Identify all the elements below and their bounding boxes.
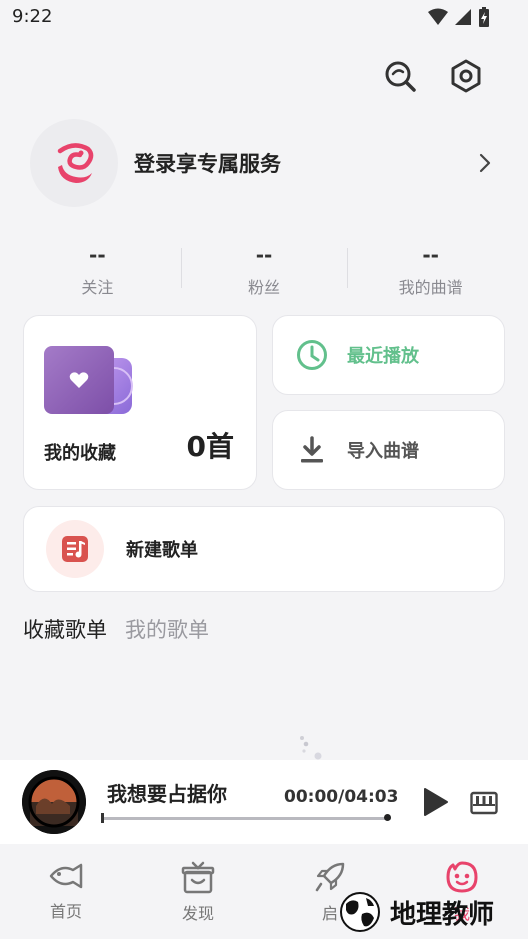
stat-my-scores-label: 我的曲谱 [398, 278, 463, 297]
settings-button[interactable] [448, 58, 484, 94]
download-icon [301, 436, 323, 463]
favorites-card[interactable]: 我的收藏 0首 [23, 315, 257, 490]
progress-track [101, 817, 391, 820]
stat-following-value: -- [89, 243, 106, 267]
globe-logo-icon [340, 892, 380, 932]
nav-home[interactable]: 首页 [0, 844, 132, 939]
recent-play-card[interactable]: 最近播放 [272, 315, 505, 395]
stat-my-scores[interactable]: -- 我的曲谱 [347, 242, 514, 298]
avatar[interactable] [30, 119, 118, 207]
tab-collected-playlists[interactable]: 收藏歌单 [23, 614, 107, 644]
battery-icon [479, 7, 489, 27]
gift-box-icon [181, 861, 215, 894]
stat-fans[interactable]: -- 粉丝 [180, 242, 348, 298]
rocket-icon [315, 862, 345, 892]
song-time: 00:00/04:03 [284, 787, 399, 807]
search-button[interactable] [382, 58, 418, 94]
watermark-text: 地理教师 [390, 899, 495, 930]
loading-spinner-icon [300, 736, 322, 760]
import-score-card[interactable]: 导入曲谱 [272, 410, 505, 490]
status-time: 9:22 [12, 6, 53, 27]
play-icon[interactable] [420, 786, 450, 818]
favorites-label: 我的收藏 [44, 443, 116, 464]
clock-icon [297, 340, 327, 370]
login-profile-row[interactable]: 登录享专属服务 [30, 118, 498, 208]
watermark: 地理教师 [336, 890, 494, 934]
playlist-note-icon [62, 536, 88, 562]
stats-row: -- 关注 -- 粉丝 -- 我的曲谱 [14, 242, 514, 298]
new-playlist-label: 新建歌单 [126, 540, 198, 561]
album-artwork [22, 770, 86, 834]
search-icon [385, 61, 416, 92]
chevron-right-icon [479, 153, 491, 173]
nav-home-label: 首页 [49, 902, 82, 921]
stat-fans-value: -- [255, 243, 273, 267]
stat-following-label: 关注 [81, 278, 114, 297]
stat-following[interactable]: -- 关注 [14, 242, 181, 298]
new-playlist-card[interactable]: 新建歌单 [23, 506, 505, 592]
progress-start-marker [101, 813, 104, 823]
fish-icon [49, 863, 83, 889]
wifi-icon [428, 8, 448, 25]
mini-player[interactable]: 我想要占据你 00:00/04:03 [0, 760, 528, 844]
tab-my-playlists[interactable]: 我的歌单 [125, 614, 209, 644]
nav-discover[interactable]: 发现 [132, 844, 264, 939]
cellular-signal-icon [455, 9, 471, 25]
stat-my-scores-value: -- [422, 243, 439, 267]
new-playlist-icon-wrap [46, 520, 104, 578]
song-title: 我想要占据你 [107, 782, 227, 806]
import-score-label: 导入曲谱 [347, 441, 419, 462]
progress-slider[interactable] [101, 813, 391, 823]
app-logo-icon [57, 143, 94, 183]
progress-knob[interactable] [384, 814, 391, 821]
settings-hexagon-icon [451, 59, 481, 93]
playlist-tabs: 收藏歌单 我的歌单 [23, 614, 209, 644]
piano-keyboard-icon[interactable] [470, 790, 498, 816]
status-bar: 9:22 [0, 0, 528, 36]
recent-play-label: 最近播放 [347, 346, 419, 367]
top-actions [382, 58, 484, 94]
favorites-count: 0首 [186, 430, 234, 463]
album-cover[interactable] [22, 770, 86, 834]
login-prompt: 登录享专属服务 [134, 152, 281, 176]
stat-fans-label: 粉丝 [248, 278, 281, 297]
favorites-album-icon [44, 346, 133, 414]
status-icons [428, 7, 490, 27]
smiley-face-icon [446, 861, 478, 893]
nav-discover-label: 发现 [181, 904, 214, 923]
